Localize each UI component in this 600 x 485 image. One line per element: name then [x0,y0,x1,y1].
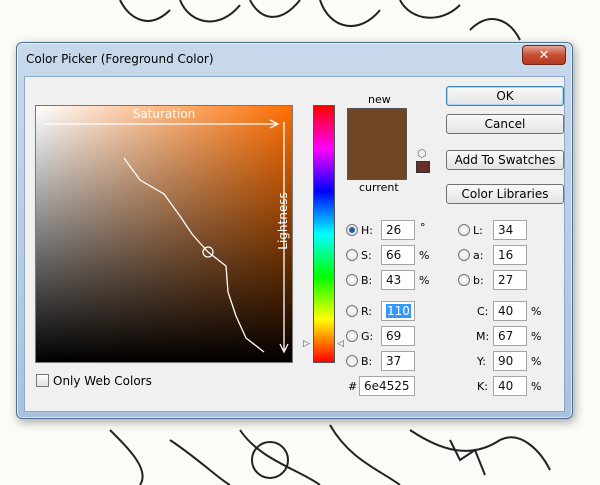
slider-left-arrow-icon[interactable]: ▷ [303,339,310,349]
add-to-swatches-button[interactable]: Add To Swatches [446,150,564,170]
green-radio[interactable] [346,330,358,342]
lab-b-radio[interactable] [458,274,470,286]
dialog-title: Color Picker (Foreground Color) [26,52,214,66]
hue-slider[interactable] [313,105,335,363]
yellow-label: Y: [477,355,486,368]
saturation-radio[interactable] [346,249,358,261]
black-input[interactable]: 40 [493,376,527,396]
blue-input[interactable]: 37 [381,351,415,371]
new-label: new [368,93,391,106]
gamut-warning-swatch[interactable] [416,161,430,173]
only-web-colors-label: Only Web Colors [53,374,152,388]
hex-input[interactable]: 6e4525 [359,376,415,396]
black-label: K: [477,380,488,393]
color-field[interactable]: Saturation Lightness [35,105,293,363]
blue-radio[interactable] [346,355,358,367]
lightness-radio[interactable] [458,224,470,236]
lab-b-input[interactable]: 27 [493,270,527,290]
cyan-label: C: [477,305,489,318]
color-picker-dialog: Color Picker (Foreground Color) ✕ Satura… [16,42,573,419]
magenta-input[interactable]: 67 [493,326,527,346]
hue-radio[interactable] [346,224,358,236]
brightness-label: B: [361,274,373,287]
path-arrows [123,157,265,353]
red-input[interactable]: 110 [381,301,415,321]
black-unit: % [531,380,542,393]
green-label: G: [361,330,374,343]
lab-l-input[interactable]: 34 [493,220,527,240]
hex-label: # [348,380,358,393]
magenta-unit: % [531,330,542,343]
red-radio[interactable] [346,305,358,317]
slider-right-arrow-icon[interactable]: ◁ [337,339,344,349]
color-libraries-button[interactable]: Color Libraries [446,184,564,204]
lab-a-label: a: [473,249,484,262]
red-label: R: [361,305,373,318]
yellow-input[interactable]: 90 [493,351,527,371]
only-web-colors-checkbox[interactable] [36,374,49,387]
lab-a-input[interactable]: 16 [493,245,527,265]
brightness-radio[interactable] [346,274,358,286]
brightness-input[interactable]: 43 [381,270,415,290]
yellow-unit: % [531,355,542,368]
blue-label: B: [361,355,373,368]
ok-button[interactable]: OK [446,86,564,106]
red-value: 110 [386,304,411,318]
hue-unit: ° [420,221,426,234]
current-color-swatch[interactable] [347,146,407,180]
saturation-field-label: S: [361,249,372,262]
cancel-button[interactable]: Cancel [446,114,564,134]
lab-l-label: L: [473,224,483,237]
close-button[interactable]: ✕ [522,45,566,65]
new-color-swatch [347,108,407,146]
hue-input[interactable]: 26 [381,220,415,240]
brightness-unit: % [419,274,430,287]
saturation-input[interactable]: 66 [381,245,415,265]
current-label: current [359,181,399,194]
field-overlay [44,119,289,354]
lab-b-label: b: [473,274,484,287]
cyan-input[interactable]: 40 [493,301,527,321]
gamut-cube-icon[interactable]: ⬡ [417,147,427,160]
dialog-content: Saturation Lightness ▷ ◁ new current ⬡ O… [24,76,565,412]
cyan-unit: % [531,305,542,318]
magenta-label: M: [476,330,490,343]
green-input[interactable]: 69 [381,326,415,346]
saturation-unit: % [419,249,430,262]
lab-a-radio[interactable] [458,249,470,261]
hue-label: H: [361,224,373,237]
